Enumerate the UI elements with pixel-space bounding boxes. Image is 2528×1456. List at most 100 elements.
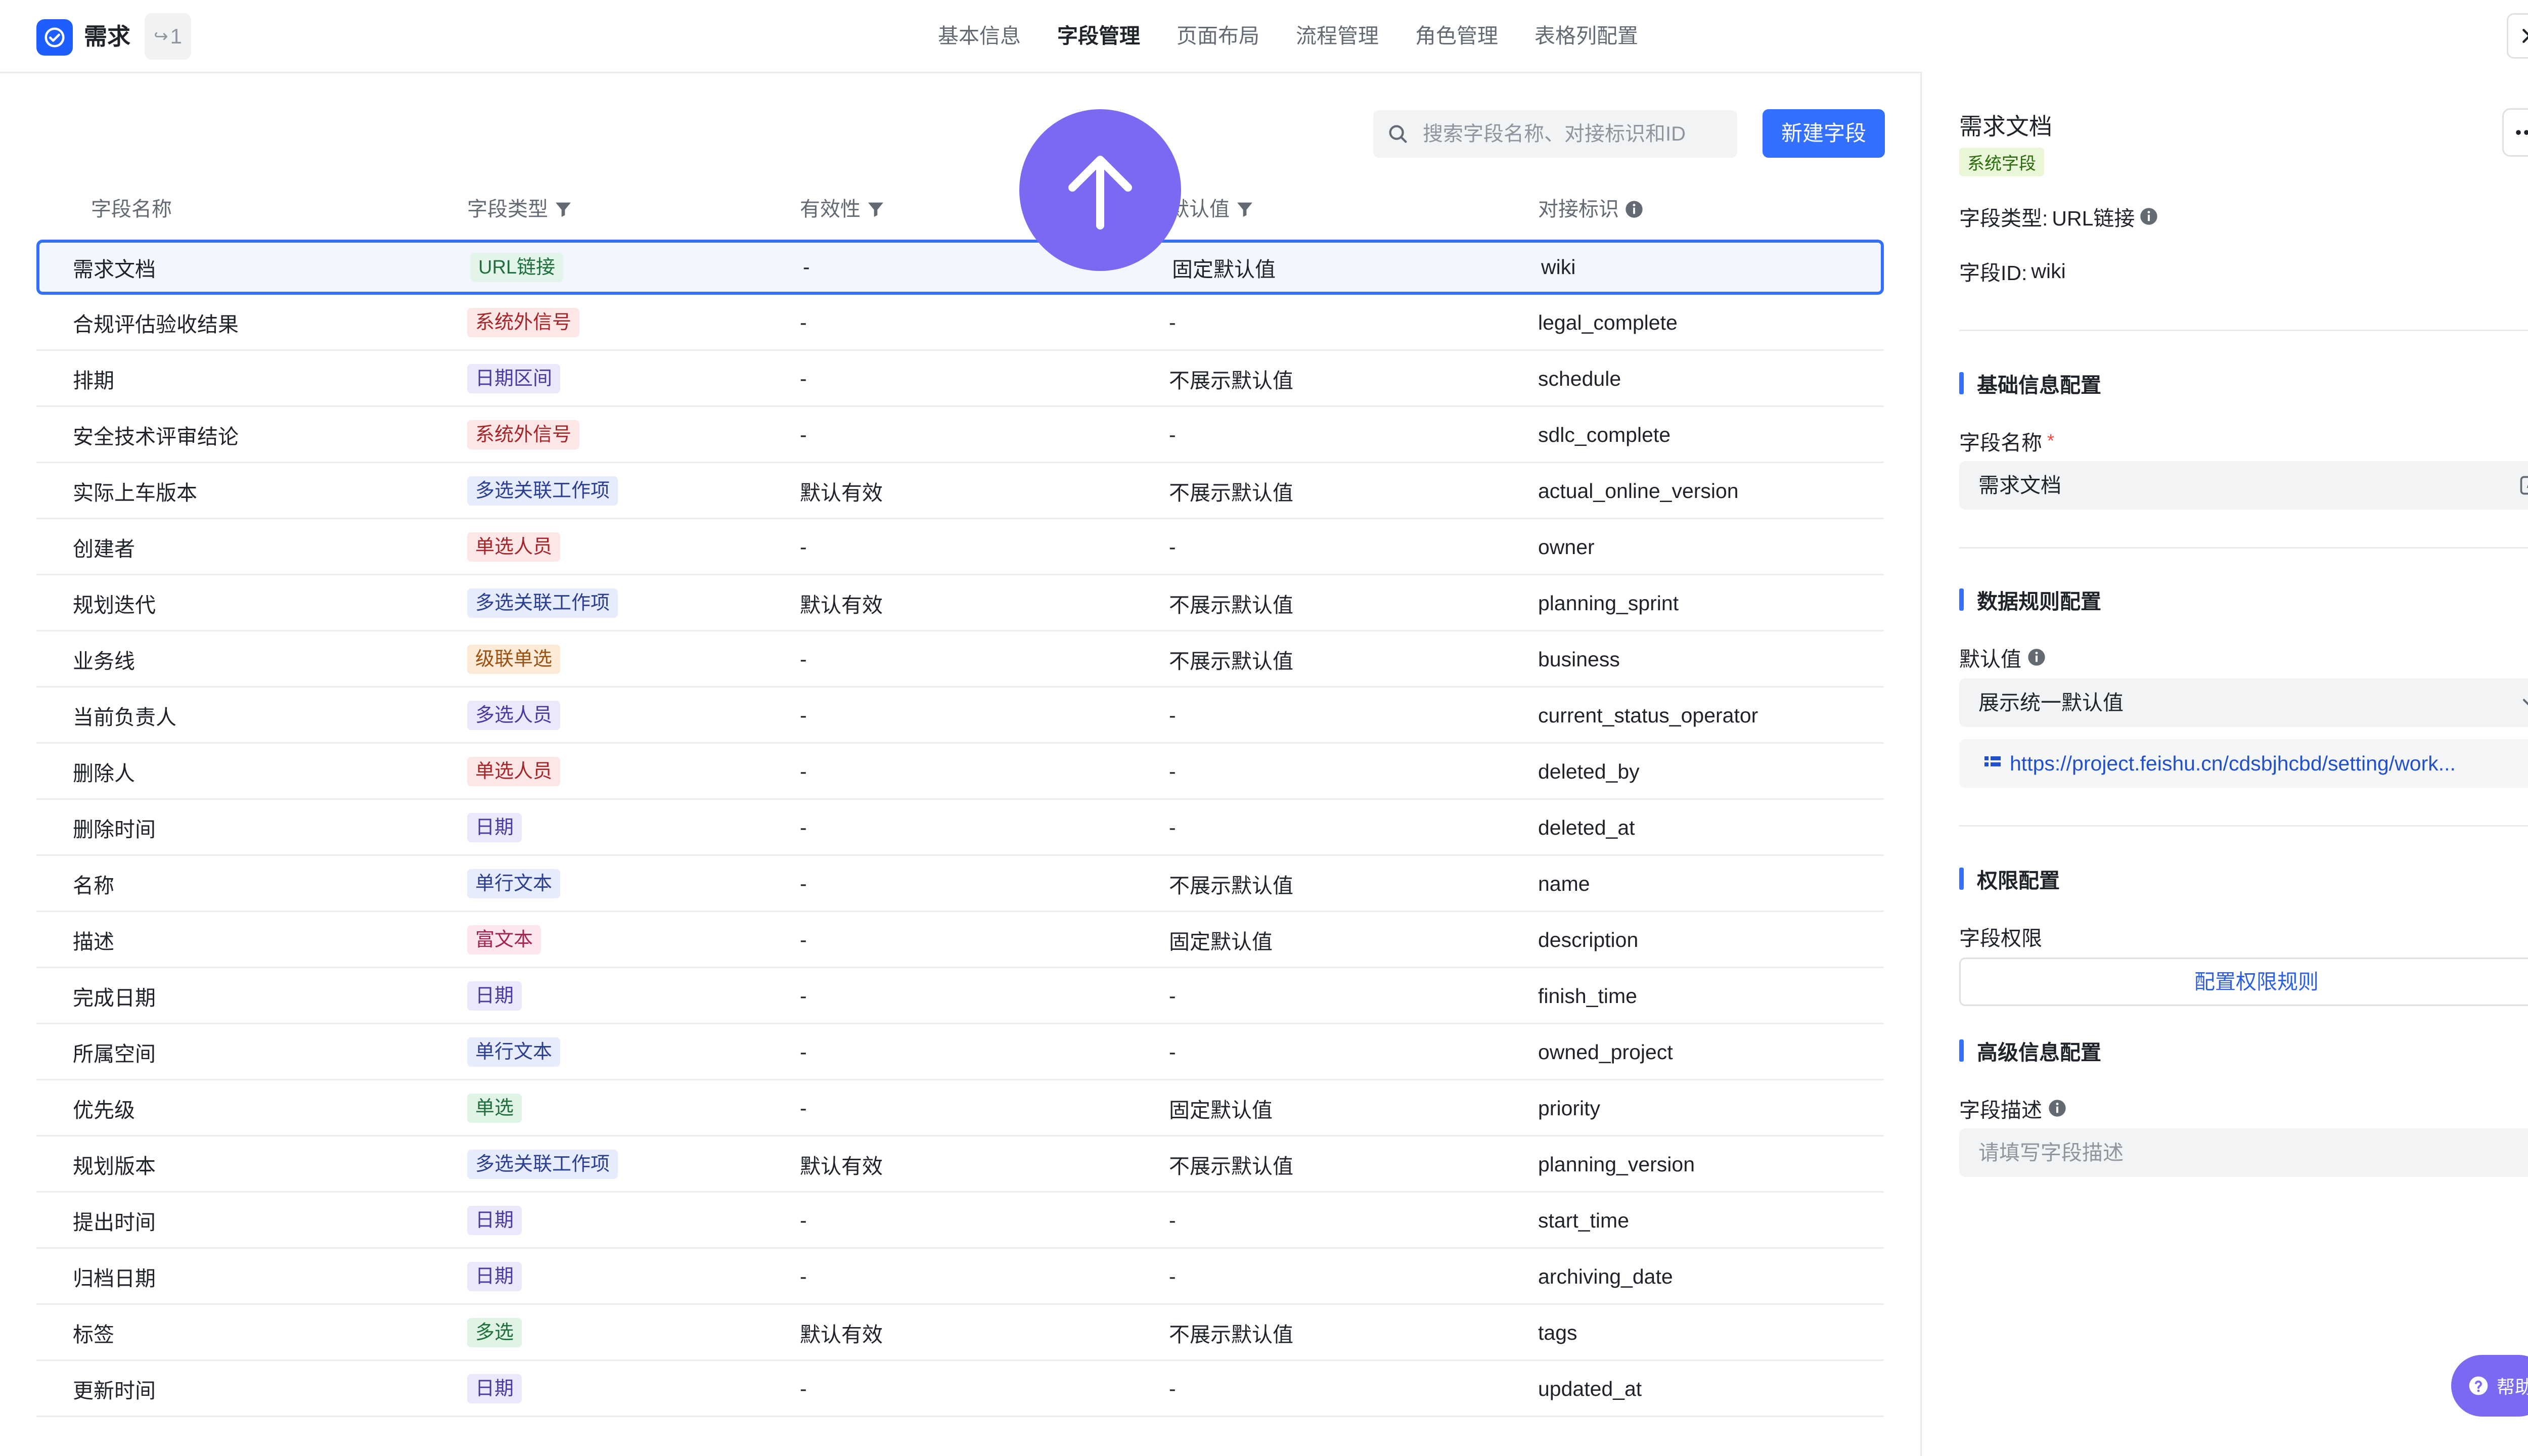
default-value-select[interactable]: 展示统一默认值	[1959, 678, 2528, 727]
tab-table-columns[interactable]: 表格列配置	[1534, 0, 1638, 72]
cell-field-type: 日期	[467, 801, 522, 854]
table-row[interactable]: 标签 多选 默认有效 不展示默认值 tags	[36, 1306, 1884, 1361]
configure-permission-button[interactable]: 配置权限规则	[1959, 958, 2528, 1006]
cell-key: planning_sprint	[1538, 591, 1679, 615]
new-field-button[interactable]: 新建字段	[1763, 109, 1885, 158]
col-header-default: 默认值	[1169, 192, 1255, 226]
field-type-tag: 单选人员	[467, 532, 561, 562]
cell-validity: -	[800, 423, 807, 446]
table-row[interactable]: 归档日期 日期 - - archiving_date	[36, 1250, 1884, 1305]
cell-field-name: 业务线	[73, 650, 135, 673]
cell-field-name: 当前负责人	[73, 706, 176, 729]
field-description-label: 字段描述	[1959, 1093, 2067, 1123]
scroll-top-button[interactable]	[1019, 109, 1181, 271]
search-icon	[1389, 125, 1407, 143]
section-basic: 基础信息配置	[1959, 368, 2101, 398]
field-detail-panel: 需求文档 系统字段 字段类型: URL链接 字段ID: wiki 基础信息配置 …	[1920, 72, 2528, 1456]
field-type-tag: 多选关联工作项	[467, 476, 618, 506]
cell-default: -	[1169, 759, 1176, 783]
col-header-key: 对接标识	[1538, 192, 1644, 226]
table-row[interactable]: 实际上车版本 多选关联工作项 默认有效 不展示默认值 actual_online_ver…	[36, 464, 1884, 519]
cell-validity: 默认有效	[800, 1155, 883, 1178]
field-name-input[interactable]: 需求文档	[1959, 461, 2528, 510]
cell-field-name: 需求文档	[73, 257, 156, 281]
table-row[interactable]: 规划版本 多选关联工作项 默认有效 不展示默认值 planning_version	[36, 1138, 1884, 1193]
table-row[interactable]: 更新时间 日期 - - updated_at	[36, 1362, 1884, 1417]
table-row[interactable]: 所属空间 单行文本 - - owned_project	[36, 1025, 1884, 1080]
cell-key: legal_complete	[1538, 310, 1678, 334]
table-row[interactable]: 优先级 单选 - 固定默认值 priority	[36, 1081, 1884, 1136]
field-description-input[interactable]: 请填写字段描述	[1959, 1128, 2528, 1177]
cell-validity: -	[800, 1377, 807, 1400]
cell-key: updated_at	[1538, 1377, 1642, 1400]
cell-key: current_status_operator	[1538, 703, 1758, 727]
tab-workflow[interactable]: 流程管理	[1296, 0, 1379, 72]
table-row[interactable]: 删除人 单选人员 - - deleted_by	[36, 745, 1884, 800]
tab-field-management[interactable]: 字段管理	[1057, 0, 1140, 72]
field-type-tag: 多选	[467, 1318, 522, 1347]
edit-icon[interactable]	[2518, 474, 2528, 496]
filter-icon[interactable]	[553, 199, 573, 219]
cell-field-type: 日期区间	[467, 352, 561, 405]
table-row[interactable]: 规划迭代 多选关联工作项 默认有效 不展示默认值 planning_sprint	[36, 576, 1884, 631]
cell-default: -	[1169, 703, 1176, 727]
cell-key: owned_project	[1538, 1040, 1673, 1064]
cell-validity: 默认有效	[800, 594, 883, 617]
table-row[interactable]: 当前负责人 多选人员 - - current_status_operator	[36, 689, 1884, 744]
share-count-chip[interactable]: ↪ 1	[145, 13, 191, 60]
cell-field-type: 多选人员	[467, 689, 561, 742]
cell-field-name: 合规评估验收结果	[73, 313, 239, 336]
table-row[interactable]: 完成日期 日期 - - finish_time	[36, 969, 1884, 1024]
divider	[1959, 330, 2528, 331]
cell-key: actual_online_version	[1538, 479, 1739, 503]
search-input[interactable]: 搜索字段名称、对接标识和ID	[1373, 110, 1737, 158]
info-icon[interactable]	[1624, 199, 1644, 219]
cell-default: 不展示默认值	[1169, 369, 1293, 392]
cell-default: 不展示默认值	[1169, 1155, 1293, 1178]
cell-field-type: 日期	[467, 1250, 522, 1303]
close-icon	[2522, 29, 2528, 43]
filter-icon[interactable]	[1235, 199, 1255, 219]
table-row[interactable]: 创建者 单选人员 - - owner	[36, 520, 1884, 575]
col-header-name: 字段名称	[91, 198, 172, 220]
table-row[interactable]: 需求文档 URL链接 - 固定默认值 wiki	[36, 240, 1884, 295]
table-row[interactable]: 描述 富文本 - 固定默认值 description	[36, 913, 1884, 968]
field-type-tag: 日期区间	[467, 364, 561, 393]
cell-field-type: 多选关联工作项	[467, 576, 618, 630]
required-mark: *	[2047, 430, 2055, 451]
tab-roles[interactable]: 角色管理	[1415, 0, 1498, 72]
help-button[interactable]: 帮助	[2451, 1355, 2528, 1417]
cell-validity: -	[800, 1208, 807, 1232]
cell-key: planning_version	[1538, 1152, 1695, 1176]
table-row[interactable]: 名称 单行文本 - 不展示默认值 name	[36, 857, 1884, 912]
table-row[interactable]: 合规评估验收结果 系统外信号 - - legal_complete	[36, 296, 1884, 351]
table-row[interactable]: 排期 日期区间 - 不展示默认值 schedule	[36, 352, 1884, 407]
help-icon	[2469, 1376, 2488, 1395]
field-type-tag: 富文本	[467, 925, 541, 954]
tab-page-layout[interactable]: 页面布局	[1177, 0, 1259, 72]
chevron-down-icon	[2522, 699, 2528, 706]
table-row[interactable]: 提出时间 日期 - - start_time	[36, 1194, 1884, 1249]
default-link-box[interactable]: https://project.feishu.cn/cdsbjhcbd/sett…	[1959, 739, 2528, 788]
cell-field-name: 更新时间	[73, 1379, 156, 1402]
cell-key: archiving_date	[1538, 1264, 1673, 1288]
cell-key: start_time	[1538, 1208, 1629, 1232]
more-button[interactable]	[2502, 108, 2528, 157]
table-row[interactable]: 业务线 级联单选 - 不展示默认值 business	[36, 632, 1884, 688]
close-button[interactable]	[2507, 13, 2528, 59]
cell-field-name: 描述	[73, 930, 114, 953]
cell-field-type: 单选	[467, 1081, 522, 1135]
cell-default: -	[1169, 815, 1176, 839]
cell-validity: -	[800, 815, 807, 839]
default-link[interactable]: https://project.feishu.cn/cdsbjhcbd/sett…	[2010, 739, 2456, 788]
field-type-tag: 系统外信号	[467, 420, 580, 449]
cell-key: owner	[1538, 535, 1595, 559]
section-data-rules: 数据规则配置	[1959, 584, 2101, 615]
cell-validity: -	[803, 255, 810, 279]
tab-basic-info[interactable]: 基本信息	[938, 0, 1021, 72]
table-row[interactable]: 删除时间 日期 - - deleted_at	[36, 801, 1884, 856]
filter-icon[interactable]	[866, 199, 886, 219]
cell-field-type: 日期	[467, 1362, 522, 1416]
section-permission: 权限配置	[1959, 863, 2060, 894]
table-row[interactable]: 安全技术评审结论 系统外信号 - - sdlc_complete	[36, 408, 1884, 463]
